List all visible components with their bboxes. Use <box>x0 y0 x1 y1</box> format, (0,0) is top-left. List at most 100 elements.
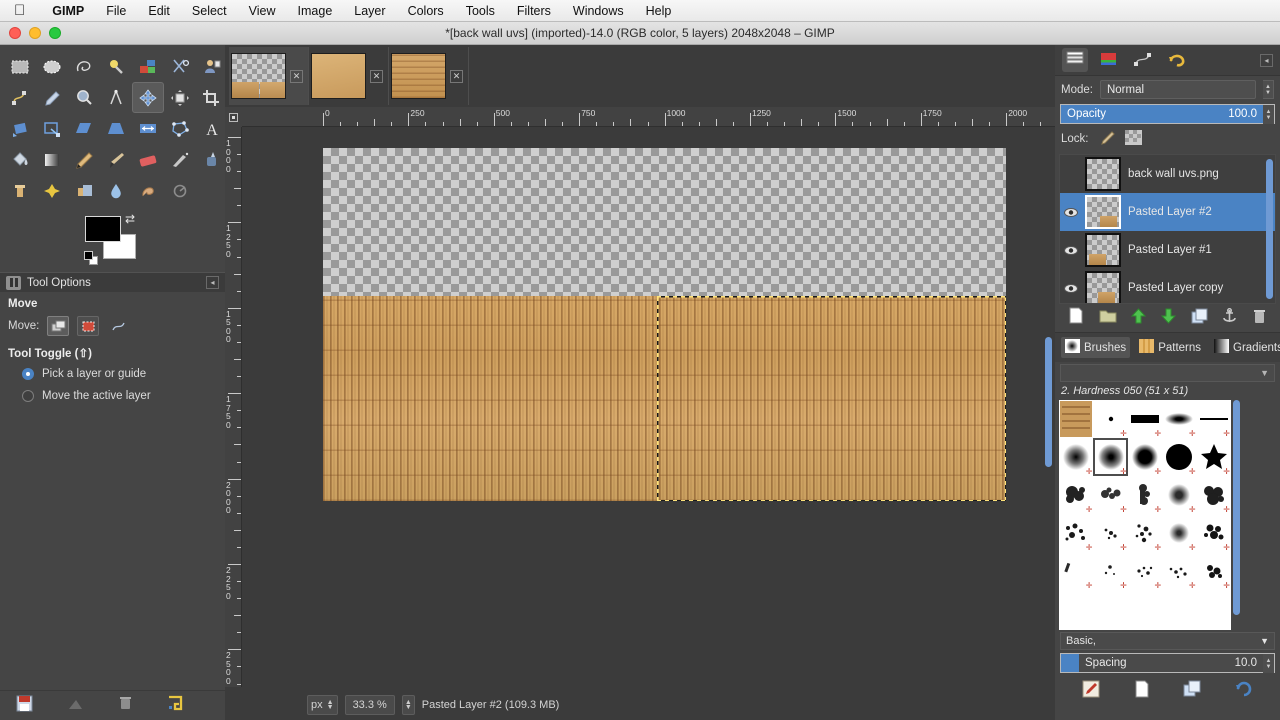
brush-ellipse-soft[interactable]: ✛ <box>1162 400 1196 438</box>
mode-dropdown[interactable]: Normal <box>1099 80 1256 99</box>
brush-hardness-025[interactable]: ✛ <box>1059 438 1093 476</box>
radio-pick-layer-or-guide[interactable]: Pick a layer or guide <box>22 368 217 380</box>
lock-pixels-icon[interactable] <box>1099 130 1115 148</box>
spacing-spinner-icon[interactable]: ▲ ▼ <box>1263 654 1274 673</box>
foreground-color-swatch[interactable] <box>85 216 121 242</box>
raise-layer-icon[interactable] <box>1131 307 1147 329</box>
brush-star[interactable]: ✛ <box>1197 438 1231 476</box>
menu-view[interactable]: View <box>238 0 287 22</box>
smudge-tool[interactable] <box>132 175 164 206</box>
perspective-clone-tool[interactable] <box>68 175 100 206</box>
gradient-tool[interactable] <box>36 144 68 175</box>
channels-icon[interactable] <box>1096 48 1122 72</box>
mode-spinner-icon[interactable]: ▲ ▼ <box>1263 80 1274 99</box>
paintbrush-tool[interactable] <box>100 144 132 175</box>
lock-alpha-icon[interactable] <box>1124 130 1142 148</box>
unit-spinner-icon[interactable]: ▲ ▼ <box>327 699 334 711</box>
brush-filter-chevron-icon[interactable]: ▼ <box>1260 368 1269 378</box>
cage-transform-tool[interactable] <box>164 113 196 144</box>
alignment-tool[interactable] <box>164 82 196 113</box>
selection-marquee[interactable] <box>657 296 1006 501</box>
unit-selector[interactable]: px ▲ ▼ <box>307 695 338 715</box>
horizontal-ruler[interactable]: 0 250 500 750 1000 1250 1500 1750 2000 <box>242 107 1055 127</box>
select-by-color-tool[interactable] <box>132 51 164 82</box>
menu-file[interactable]: File <box>95 0 137 22</box>
layer-row-back-wall-uvs[interactable]: back wall uvs.png <box>1060 155 1275 193</box>
tab-brushes[interactable]: Brushes <box>1061 337 1131 358</box>
brush-chalk-01[interactable]: ✛ <box>1059 552 1093 590</box>
tab-back-wall-uvs[interactable]: ✕ <box>229 47 309 105</box>
move-selection-mode-button[interactable] <box>77 316 100 336</box>
brush-tag-dropdown[interactable]: Basic, ▼ <box>1060 632 1275 650</box>
brush-chalk-03[interactable]: ✛ <box>1128 552 1162 590</box>
scale-tool[interactable] <box>36 113 68 144</box>
paths-tool[interactable] <box>4 82 36 113</box>
pencil-tool[interactable] <box>68 144 100 175</box>
close-tab-icon[interactable]: ✕ <box>450 69 463 83</box>
spacing-slider[interactable]: Spacing 10.0 ▲ ▼ <box>1060 653 1275 673</box>
zoom-spinner[interactable]: ▲ ▼ <box>401 695 415 715</box>
menu-gimp[interactable]: GIMP <box>41 0 95 22</box>
swap-colors-icon[interactable]: ⇄ <box>125 212 135 226</box>
opacity-slider[interactable]: Opacity 100.0 ▲ ▼ <box>1060 104 1275 124</box>
vertical-ruler[interactable]: 1000 1250 1500 1750 2000 2250 2500 <box>225 127 242 687</box>
tab-gradients[interactable]: Gradients <box>1210 337 1280 358</box>
blur-sharpen-tool[interactable] <box>100 175 132 206</box>
brush-acrylic-04[interactable]: ✛ <box>1162 476 1196 514</box>
undo-history-icon[interactable] <box>1164 48 1190 72</box>
lower-layer-icon[interactable] <box>1160 308 1177 329</box>
layer-row-pasted-layer-2[interactable]: Pasted Layer #2 <box>1060 193 1275 231</box>
flip-tool[interactable] <box>132 113 164 144</box>
brush-dot-tiny[interactable]: ✛ <box>1093 400 1127 438</box>
refresh-brushes-icon[interactable] <box>1235 680 1253 703</box>
shear-tool[interactable] <box>68 113 100 144</box>
layer-visibility-toggle[interactable] <box>1064 281 1078 295</box>
paths-icon[interactable] <box>1130 48 1156 72</box>
opacity-spinner-icon[interactable]: ▲ ▼ <box>1263 105 1274 124</box>
zoom-tool[interactable] <box>68 82 100 113</box>
brush-splatter-03[interactable]: ✛ <box>1128 514 1162 552</box>
zoom-spinner-icon[interactable]: ▲ ▼ <box>405 699 412 711</box>
tab-hieroglyph-texture[interactable]: ✕ <box>389 47 469 105</box>
crop-tool[interactable] <box>196 82 228 113</box>
layer-visibility-toggle[interactable] <box>1064 167 1078 181</box>
rotate-tool[interactable] <box>4 113 36 144</box>
radio-move-active-layer[interactable]: Move the active layer <box>22 390 217 402</box>
brush-splatter-02[interactable]: ✛ <box>1093 514 1127 552</box>
menu-colors[interactable]: Colors <box>397 0 455 22</box>
brush-line-thin[interactable]: ✛ <box>1197 400 1231 438</box>
brush-splatter-01[interactable]: ✛ <box>1059 514 1093 552</box>
delete-tool-options-icon[interactable] <box>118 695 133 716</box>
brush-bar-hard[interactable]: ✛ <box>1128 400 1162 438</box>
brush-texture-swatch[interactable] <box>1059 400 1093 438</box>
brush-hardness-100[interactable]: ✛ <box>1162 438 1196 476</box>
dodge-burn-tool[interactable] <box>164 175 196 206</box>
brush-acrylic-05[interactable]: ✛ <box>1197 476 1231 514</box>
layer-list[interactable]: back wall uvs.png Pasted Layer #2 Pasted… <box>1059 154 1276 304</box>
close-tab-icon[interactable]: ✕ <box>290 69 303 83</box>
free-select-tool[interactable] <box>68 51 100 82</box>
duplicate-layer-icon[interactable] <box>1191 308 1208 329</box>
text-tool[interactable]: A <box>196 113 228 144</box>
bucket-fill-tool[interactable] <box>4 144 36 175</box>
restore-tool-options-icon[interactable] <box>67 695 84 717</box>
menu-layer[interactable]: Layer <box>343 0 396 22</box>
ink-tool[interactable] <box>196 144 228 175</box>
apple-logo-icon[interactable]:  <box>14 3 25 18</box>
brush-chalk-02[interactable]: ✛ <box>1093 552 1127 590</box>
image-canvas[interactable] <box>242 127 1055 687</box>
brush-filter-input[interactable]: ▼ <box>1060 364 1275 382</box>
layer-visibility-toggle[interactable] <box>1064 205 1078 219</box>
rect-select-tool[interactable] <box>4 51 36 82</box>
brush-acrylic-03[interactable]: ✛ <box>1128 476 1162 514</box>
color-picker-tool[interactable] <box>36 82 68 113</box>
brush-hardness-075[interactable]: ✛ <box>1128 438 1162 476</box>
brush-acrylic-02[interactable]: ✛ <box>1093 476 1127 514</box>
tab-patterns[interactable]: Patterns <box>1135 337 1205 358</box>
brush-tag-chevron-icon[interactable]: ▼ <box>1260 636 1269 646</box>
fuzzy-select-tool[interactable] <box>100 51 132 82</box>
layer-row-pasted-layer-copy[interactable]: Pasted Layer copy <box>1060 269 1275 303</box>
collapse-tool-options-icon[interactable]: ◂ <box>206 276 219 289</box>
clone-tool[interactable] <box>4 175 36 206</box>
layer-list-scrollbar[interactable] <box>1266 159 1273 299</box>
